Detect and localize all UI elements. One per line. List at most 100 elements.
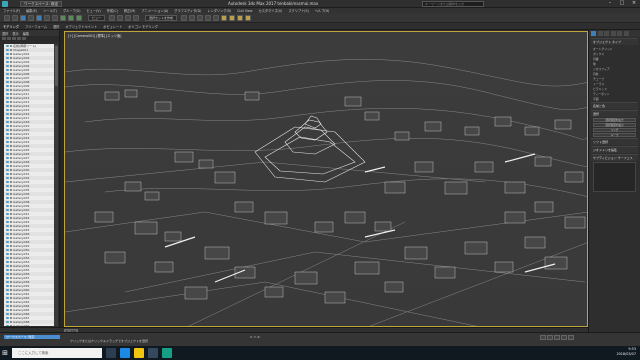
- unlink-icon[interactable]: [28, 14, 34, 21]
- panel-button[interactable]: 選択範囲を縮小: [593, 123, 636, 127]
- visibility-icon[interactable]: [6, 152, 9, 156]
- filter-icon[interactable]: [12, 37, 16, 40]
- 3dsmax-taskbar-icon[interactable]: [162, 348, 172, 358]
- menu-item[interactable]: Civil View: [237, 9, 252, 13]
- scale-icon[interactable]: [76, 14, 82, 21]
- explorer-icon[interactable]: [134, 348, 144, 358]
- visibility-icon[interactable]: [6, 160, 9, 164]
- visibility-icon[interactable]: [6, 284, 9, 288]
- visibility-icon[interactable]: [6, 76, 9, 80]
- redo-icon[interactable]: [12, 14, 18, 21]
- help-search-input[interactable]: キーワードまたは語句を入力: [422, 1, 484, 7]
- filter-icon[interactable]: [2, 37, 6, 40]
- visibility-icon[interactable]: [6, 216, 9, 220]
- angle-snap-icon[interactable]: [125, 14, 132, 21]
- move-icon[interactable]: [60, 14, 66, 21]
- curve-editor-icon[interactable]: [205, 14, 212, 21]
- edge-icon[interactable]: [120, 348, 130, 358]
- panel-button[interactable]: リング: [593, 128, 636, 132]
- visibility-icon[interactable]: [6, 164, 9, 168]
- visibility-icon[interactable]: [6, 204, 9, 208]
- explorer-menu-tab[interactable]: 編集: [23, 31, 29, 36]
- select-icon[interactable]: [36, 14, 42, 21]
- selection-set-dropdown[interactable]: 選択セットを作成: [145, 14, 178, 21]
- visibility-icon[interactable]: [6, 108, 9, 112]
- close-button[interactable]: ×: [628, 0, 640, 8]
- visibility-icon[interactable]: [6, 300, 9, 304]
- visibility-icon[interactable]: [6, 80, 9, 84]
- scene-object-list[interactable]: 名前(昇順ソート) Shape001 Gallery001 Gallery002 Gal…: [4, 44, 54, 326]
- prev-frame-icon[interactable]: [547, 335, 553, 340]
- visibility-icon[interactable]: [6, 236, 9, 240]
- utilities-tab-icon[interactable]: [623, 31, 629, 36]
- undo-icon[interactable]: [4, 14, 10, 21]
- visibility-icon[interactable]: [6, 308, 9, 312]
- rollout-header[interactable]: ジオメトリを編集: [591, 146, 638, 153]
- rollout-header[interactable]: オブジェクト タイプ: [591, 38, 638, 45]
- visibility-icon[interactable]: [6, 68, 9, 72]
- windows-start-icon[interactable]: ⊞: [0, 346, 10, 360]
- visibility-icon[interactable]: [6, 292, 9, 296]
- visibility-icon[interactable]: [6, 272, 9, 276]
- system-clock[interactable]: 9:53 2018/03/07: [616, 347, 636, 357]
- visibility-icon[interactable]: [6, 88, 9, 92]
- app-icon[interactable]: [2, 0, 8, 7]
- schematic-icon[interactable]: [213, 14, 220, 21]
- play-icon[interactable]: [554, 335, 560, 340]
- layer-icon[interactable]: [197, 14, 204, 21]
- maxscript-listener[interactable]: ワークスペース: 既定: [4, 335, 60, 339]
- visibility-icon[interactable]: [6, 96, 9, 100]
- visibility-icon[interactable]: [6, 100, 9, 104]
- visibility-icon[interactable]: [6, 48, 9, 52]
- ribbon-tab[interactable]: ポピュレート: [103, 24, 122, 29]
- rotate-icon[interactable]: [68, 14, 74, 21]
- visibility-icon[interactable]: [6, 180, 9, 184]
- visibility-icon[interactable]: [6, 220, 9, 224]
- snap-icon[interactable]: [117, 14, 124, 21]
- filter-icon[interactable]: [7, 37, 11, 40]
- visibility-icon[interactable]: [6, 252, 9, 256]
- visibility-icon[interactable]: [6, 324, 9, 326]
- visibility-icon[interactable]: [6, 120, 9, 124]
- visibility-icon[interactable]: [6, 296, 9, 300]
- visibility-icon[interactable]: [6, 312, 9, 316]
- visibility-icon[interactable]: [6, 320, 9, 324]
- visibility-icon[interactable]: [6, 280, 9, 284]
- visibility-icon[interactable]: [6, 260, 9, 264]
- coordinate-display[interactable]: X: Y: Z:: [250, 335, 260, 339]
- visibility-icon[interactable]: [6, 276, 9, 280]
- maximize-button[interactable]: □: [616, 0, 628, 8]
- ribbon-tab[interactable]: 選択: [53, 24, 59, 29]
- visibility-icon[interactable]: [6, 116, 9, 120]
- visibility-icon[interactable]: [6, 304, 9, 308]
- visibility-icon[interactable]: [6, 316, 9, 320]
- filter-icon[interactable]: [17, 37, 21, 40]
- list-item[interactable]: Gallery069: [4, 324, 54, 326]
- visibility-icon[interactable]: [6, 268, 9, 272]
- rollout-header[interactable]: ソフト選択: [591, 138, 638, 145]
- visibility-icon[interactable]: [6, 52, 9, 56]
- visibility-icon[interactable]: [6, 232, 9, 236]
- visibility-icon[interactable]: [6, 140, 9, 144]
- next-frame-icon[interactable]: [561, 335, 567, 340]
- visibility-icon[interactable]: [6, 176, 9, 180]
- go-end-icon[interactable]: [568, 335, 574, 340]
- ribbon-tab[interactable]: モデリング: [3, 24, 19, 29]
- visibility-icon[interactable]: [6, 248, 9, 252]
- visibility-icon[interactable]: [6, 168, 9, 172]
- visibility-icon[interactable]: [6, 184, 9, 188]
- explorer-scrollbar[interactable]: [54, 44, 58, 326]
- visibility-icon[interactable]: [6, 92, 9, 96]
- align-icon[interactable]: [189, 14, 196, 21]
- motion-tab-icon[interactable]: [610, 31, 616, 36]
- go-start-icon[interactable]: [540, 335, 546, 340]
- store-icon[interactable]: [148, 348, 158, 358]
- visibility-icon[interactable]: [6, 132, 9, 136]
- object-type-item[interactable]: 平面: [589, 96, 640, 101]
- visibility-icon[interactable]: [6, 264, 9, 268]
- camera-viewport[interactable]: [+] [Camera001] [標準] [エッジ面]: [64, 31, 588, 327]
- render-frame-icon[interactable]: [237, 14, 244, 21]
- ribbon-tab[interactable]: オブジェクトペイント: [65, 24, 97, 29]
- visibility-icon[interactable]: [6, 128, 9, 132]
- visibility-icon[interactable]: [6, 244, 9, 248]
